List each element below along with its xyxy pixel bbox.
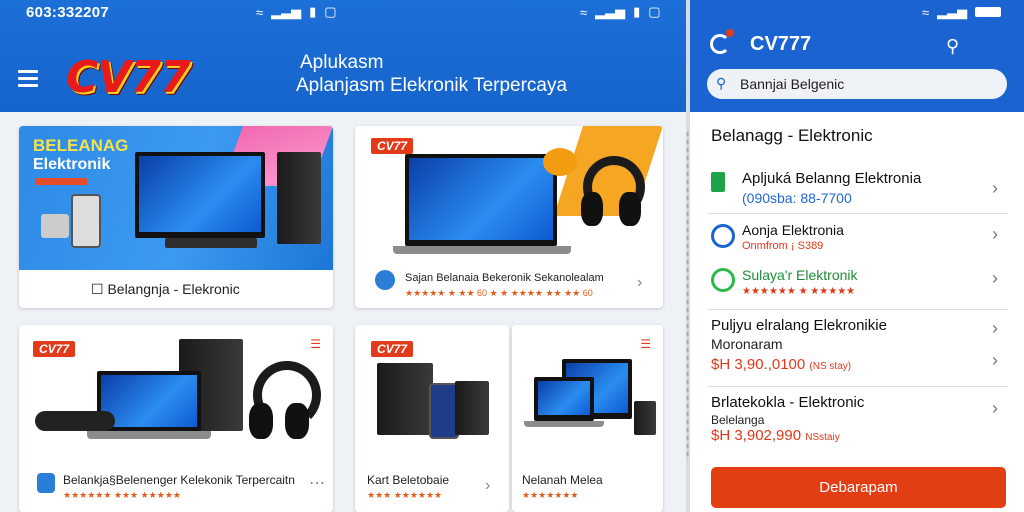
- speaker-image: [455, 381, 489, 435]
- product-card[interactable]: ☰ Nelanah Melea ★★★★★★★: [512, 325, 663, 512]
- brand-badge: CV77: [371, 138, 414, 154]
- chevron-right-icon[interactable]: ›: [485, 477, 490, 495]
- rating-stars: ★★★★★★ ★ ★★★★★: [742, 286, 856, 297]
- tower-image: [377, 363, 433, 435]
- product-card[interactable]: CV77 Sajan Belanaia Bekeronik Sekanoleal…: [355, 126, 663, 308]
- wifi-icon: ≈: [922, 4, 930, 20]
- chevron-right-icon[interactable]: ›: [992, 350, 998, 371]
- signal-icon: ▂▃▅: [595, 4, 626, 19]
- search-value: Bannjai Belgenic: [740, 76, 845, 92]
- product-card[interactable]: CV77 Kart Beletobaie ★★★ ★★★★★★ ›: [355, 325, 509, 512]
- battery-icon: [975, 7, 1002, 17]
- right-app-title: CV777: [750, 33, 812, 55]
- shield-icon: [37, 473, 55, 493]
- banner-image: CV77 ☰: [19, 325, 333, 463]
- header-subtitle-2: Aplanjasm Elekronik Terpercaya: [296, 75, 568, 96]
- rating-stars: ★★★★★★★: [522, 490, 579, 500]
- laptop-image: [534, 377, 594, 421]
- price: $H 3,902,990 NSstaiy: [711, 427, 840, 444]
- section-title: Belanagg - Elektronic: [711, 126, 873, 145]
- banner-image: CV77: [355, 325, 509, 463]
- scrollbar[interactable]: [686, 130, 689, 460]
- chevron-right-icon[interactable]: ›: [637, 274, 642, 292]
- list-item-title: Brlatekokla - Elektronic: [711, 394, 865, 411]
- status-icons-mid: ≈ ▂▃▅ ▮ ▢: [580, 4, 661, 20]
- phone-image: [71, 194, 101, 248]
- list-item-title: Aonja Elektronia: [742, 222, 844, 238]
- rating-stars: ★★★ ★★★★★★: [367, 490, 443, 500]
- banner-image: ☰: [512, 325, 663, 463]
- square-icon: ▢: [648, 4, 661, 19]
- search-icon[interactable]: ⚲: [946, 36, 959, 57]
- battery-icon: ▮: [633, 4, 641, 19]
- store-icon: [711, 172, 725, 192]
- wifi-icon: ≈: [256, 4, 264, 20]
- search-icon: ⚲: [716, 75, 727, 91]
- speaker-image: [634, 401, 656, 435]
- chevron-right-icon[interactable]: ›: [992, 224, 998, 245]
- brand-badge: CV77: [371, 341, 414, 357]
- wifi-icon: ≈: [580, 4, 588, 20]
- battery-icon: ▮: [309, 4, 317, 19]
- speaker-image: [35, 411, 115, 431]
- signal-icon: ▂▃▅: [937, 4, 968, 19]
- chevron-right-icon[interactable]: ›: [992, 268, 998, 289]
- card-title: Belankja§Belenenger Kelekonik Terpercait…: [63, 473, 295, 487]
- menu-icon[interactable]: [18, 70, 38, 91]
- rating-stars: ★★★★★★ ★★★ ★★★★★: [63, 490, 181, 500]
- list-item-sub: (090sba: 88-7700: [742, 190, 852, 206]
- refresh-icon[interactable]: [710, 34, 730, 54]
- header-subtitle-1: Aplukasm: [300, 52, 384, 73]
- banner-subtitle: Elektronik: [33, 156, 111, 173]
- banner-image: CV77: [355, 126, 663, 266]
- keyboard-image: [165, 238, 257, 248]
- list-item-sub: Belelanga: [711, 413, 765, 427]
- cta-button[interactable]: Debarapam: [711, 467, 1006, 508]
- product-card[interactable]: BELEANAG Elektronik ☐ Belangnja - Elekro…: [19, 126, 333, 308]
- status-icons-left: ≈ ▂▃▅ ▮ ▢: [256, 4, 337, 20]
- banner-image: BELEANAG Elektronik: [19, 126, 333, 270]
- laptop-image: [405, 154, 557, 246]
- menu-icon[interactable]: ☰: [310, 337, 321, 351]
- list-item-title: Sulaya'r Elektronik: [742, 267, 858, 283]
- menu-icon[interactable]: ☰: [640, 337, 651, 351]
- card-title: Kart Beletobaie: [367, 473, 450, 487]
- product-card[interactable]: CV77 ☰ Belankja§Belenenger Kelekonik Ter…: [19, 325, 333, 512]
- list-item-title: Puljyu elralang Elekronikie: [711, 317, 887, 334]
- card-title: Nelanah Melea: [522, 473, 603, 487]
- list-item-sub: Moronaram: [711, 336, 783, 352]
- app-logo: CV77: [66, 52, 191, 103]
- signal-icon: ▂▃▅: [271, 4, 302, 19]
- store-icon: [375, 270, 395, 290]
- price: $H 3,90.,0100 (NS stay): [711, 356, 852, 373]
- status-icons-right: ≈ ▂▃▅: [922, 4, 1002, 20]
- square-icon: ▢: [324, 4, 337, 19]
- status-time: 603:332207: [26, 4, 110, 21]
- chevron-right-icon[interactable]: ›: [992, 178, 998, 199]
- rating-stars: ★★★★★ ★ ★★ 60 ★ ★ ★★★★ ★★ ★★ 60: [405, 288, 593, 298]
- tower-image: [277, 152, 321, 244]
- store-icon: [711, 224, 735, 248]
- notification-dot: [726, 29, 734, 37]
- more-icon[interactable]: ⋯: [309, 473, 325, 493]
- store-icon: [711, 268, 735, 292]
- banner-title: BELEANAG: [33, 136, 129, 155]
- chevron-right-icon[interactable]: ›: [992, 318, 998, 339]
- brand-badge: CV77: [33, 341, 76, 357]
- chevron-right-icon[interactable]: ›: [992, 398, 998, 419]
- list-item-sub: Onmfrom ¡ S389: [742, 240, 824, 252]
- monitor-image: [135, 152, 265, 238]
- card-title: ☐ Belangnja - Elekronic: [91, 281, 240, 297]
- card-title: Sajan Belanaia Bekeronik Sekanolealam: [405, 272, 604, 284]
- list-item-title: Apljuká Belanng Elektronia: [742, 170, 922, 187]
